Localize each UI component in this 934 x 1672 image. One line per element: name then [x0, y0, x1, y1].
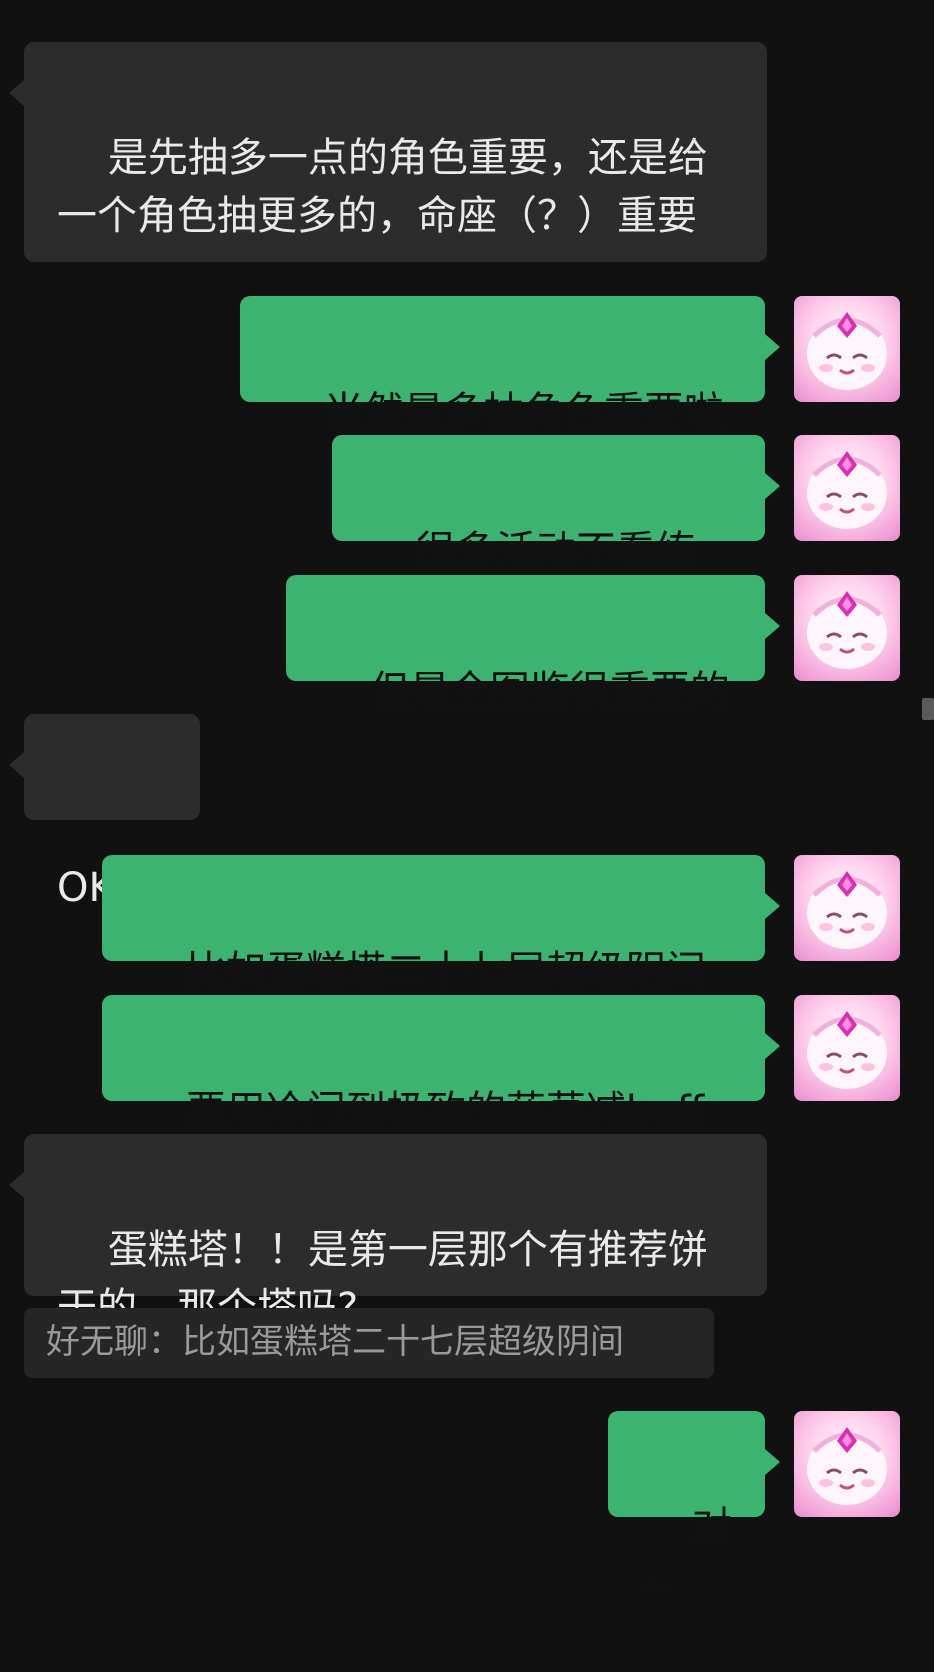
scrollbar-thumb[interactable]	[922, 698, 934, 720]
message-text: 是先抽多一点的角色重要，还是给一个角色抽更多的，命座（？）重要	[57, 135, 708, 239]
message-text: 对~	[641, 1504, 732, 1608]
avatar[interactable]	[794, 296, 900, 402]
pink-character-avatar-icon	[807, 1427, 887, 1505]
quote-text: 好无聊：比如蛋糕塔二十七层超级阴间	[46, 1322, 624, 1362]
message-text: 比如蛋糕塔二十七层超级阴间	[185, 948, 706, 994]
avatar[interactable]	[794, 1411, 900, 1517]
pink-character-avatar-icon	[807, 1011, 887, 1089]
pink-character-avatar-icon	[807, 591, 887, 669]
outgoing-message[interactable]: 很多活动不看练度	[332, 435, 780, 632]
avatar[interactable]	[794, 855, 900, 961]
message-text: 当然是多抽角色重要啦	[323, 389, 724, 435]
pink-character-avatar-icon	[807, 312, 887, 390]
avatar[interactable]	[794, 435, 900, 541]
pink-character-avatar-icon	[807, 871, 887, 949]
incoming-message[interactable]: OK!	[9, 714, 200, 911]
outgoing-message[interactable]: 比如蛋糕塔二十七层超级阴间	[102, 855, 780, 994]
outgoing-message[interactable]: 要用冷门到极致的药草减buff	[102, 995, 780, 1134]
message-text: 但是全图鉴很重要的	[369, 668, 730, 714]
incoming-message[interactable]: 是先抽多一点的角色重要，还是给一个角色抽更多的，命座（？）重要	[9, 42, 767, 262]
quoted-message[interactable]: 好无聊：比如蛋糕塔二十七层超级阴间	[24, 1308, 714, 1378]
incoming-message[interactable]: 蛋糕塔！！是第一层那个有推荐饼干的，那个塔吗?	[9, 1134, 767, 1331]
pink-character-avatar-icon	[807, 451, 887, 529]
message-text: 要用冷门到极致的药草减buff	[185, 1088, 705, 1134]
outgoing-message[interactable]: 当然是多抽角色重要啦	[240, 296, 780, 435]
avatar[interactable]	[794, 575, 900, 681]
outgoing-message[interactable]: 但是全图鉴很重要的	[286, 575, 780, 714]
chat-conversation: 是先抽多一点的角色重要，还是给一个角色抽更多的，命座（？）重要 当然是多抽角色重…	[0, 0, 934, 1608]
avatar[interactable]	[794, 995, 900, 1101]
outgoing-message[interactable]: 对~	[608, 1411, 780, 1608]
